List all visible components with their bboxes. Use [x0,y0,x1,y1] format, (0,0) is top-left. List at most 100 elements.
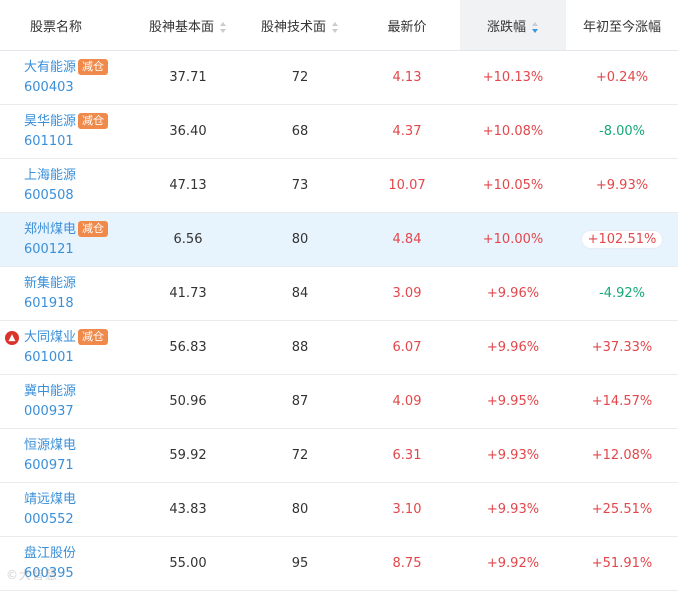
ytd-cell: +0.24% [566,50,678,105]
stock-code-link[interactable]: 600403 [24,78,130,98]
table-row[interactable]: 盘江股份 600395 55.00 95 8.75 +9.92% +51.91% [0,536,678,591]
stock-code-link[interactable]: 600508 [24,186,130,206]
ytd-value: -4.92% [599,286,645,301]
table-row[interactable]: 恒源煤电 600971 59.92 72 6.31 +9.93% +12.08% [0,428,678,483]
header-ytd: 年初至今涨幅 [566,0,678,51]
sort-icon[interactable] [220,21,227,33]
change-cell: +9.93% [460,428,566,483]
ytd-cell: -8.00% [566,104,678,159]
change-value: +10.00% [482,232,544,247]
change-value: +9.96% [486,340,540,355]
stock-code-link[interactable]: 601918 [24,294,130,314]
stock-name-link[interactable]: 新集能源 [24,274,76,294]
price-cell: 8.75 [354,536,460,591]
technical-cell: 84 [246,266,354,321]
table-row[interactable]: 上海能源 600508 47.13 73 10.07 +10.05% +9.93% [0,158,678,213]
table-row[interactable]: 靖远煤电 000552 43.83 80 3.10 +9.93% +25.51% [0,482,678,537]
change-value: +9.93% [486,502,540,517]
price-value: 4.37 [392,124,422,139]
fundamental-value: 6.56 [173,232,203,247]
stock-code-link[interactable]: 000937 [24,402,130,422]
sort-desc-icon[interactable] [532,21,539,33]
table-row[interactable]: ▲ 大同煤业 减仓 601001 56.83 88 6.07 +9.96% +37.33% [0,320,678,375]
stock-code-link[interactable]: 600121 [24,240,130,260]
stock-name-link[interactable]: 恒源煤电 [24,436,76,456]
stock-name-cell: 昊华能源 减仓 601101 [0,104,130,159]
header-ytd-label: 年初至今涨幅 [582,19,661,35]
reduce-position-badge: 减仓 [78,58,109,75]
price-cell: 3.09 [354,266,460,321]
fundamental-value: 41.73 [169,286,207,301]
fundamental-value: 43.83 [169,502,207,517]
table-row[interactable]: 冀中能源 000937 50.96 87 4.09 +9.95% +14.57% [0,374,678,429]
stock-name-link[interactable]: 盘江股份 [24,544,76,564]
table-row[interactable]: 郑州煤电 减仓 600121 6.56 80 4.84 +10.00% +102.51% [0,212,678,267]
change-value: +10.13% [482,70,544,85]
price-value: 4.09 [392,394,422,409]
stock-name-link[interactable]: 昊华能源 [24,112,76,132]
fundamental-cell: 59.92 [130,428,246,483]
stock-name-cell: 上海能源 600508 [0,158,130,213]
stock-code-link[interactable]: 601001 [24,348,130,368]
change-cell: +10.13% [460,50,566,105]
table-row[interactable]: 昊华能源 减仓 601101 36.40 68 4.37 +10.08% -8.00% [0,104,678,159]
price-cell: 4.13 [354,50,460,105]
change-cell: +9.92% [460,536,566,591]
technical-value: 72 [291,448,309,463]
sort-icon[interactable] [332,21,339,33]
fundamental-cell: 47.13 [130,158,246,213]
fundamental-value: 47.13 [169,178,207,193]
ytd-cell: +37.33% [566,320,678,375]
header-fundamental[interactable]: 股神基本面 [130,0,246,51]
ytd-value: +51.91% [591,556,653,571]
ytd-value: +14.57% [591,394,653,409]
header-change-label: 涨跌幅 [486,19,526,35]
change-value: +9.96% [486,286,540,301]
stock-name-link[interactable]: 大同煤业 [24,328,76,348]
change-cell: +10.08% [460,104,566,159]
stock-name-link[interactable]: 冀中能源 [24,382,76,402]
technical-value: 73 [291,178,309,193]
price-cell: 6.31 [354,428,460,483]
table-row[interactable]: 大有能源 减仓 600403 37.71 72 4.13 +10.13% +0.24% [0,50,678,105]
stock-code-link[interactable]: 600971 [24,456,130,476]
stock-table: 股票名称 股神基本面 股神技术面 最新价 涨跌幅 年初至今涨幅 大有能源 减仓 60… [0,0,678,591]
stock-code-link[interactable]: 600395 [24,564,130,584]
technical-value: 72 [291,70,309,85]
fundamental-cell: 37.71 [130,50,246,105]
header-price-label: 最新价 [387,19,427,35]
technical-cell: 73 [246,158,354,213]
header-change[interactable]: 涨跌幅 [460,0,566,51]
technical-cell: 72 [246,50,354,105]
ytd-cell: +25.51% [566,482,678,537]
fundamental-value: 59.92 [169,448,207,463]
price-cell: 4.37 [354,104,460,159]
technical-cell: 87 [246,374,354,429]
stock-name-link[interactable]: 大有能源 [24,58,76,78]
fundamental-cell: 6.56 [130,212,246,267]
ytd-value: +37.33% [591,340,653,355]
ytd-cell: -4.92% [566,266,678,321]
stock-name-cell: 冀中能源 000937 [0,374,130,429]
stock-name-cell: 靖远煤电 000552 [0,482,130,537]
fundamental-value: 36.40 [169,124,207,139]
stock-name-cell: ▲ 大同煤业 减仓 601001 [0,320,130,375]
fundamental-value: 56.83 [169,340,207,355]
change-cell: +9.96% [460,266,566,321]
stock-name-cell: 盘江股份 600395 [0,536,130,591]
stock-name-cell: 恒源煤电 600971 [0,428,130,483]
stock-code-link[interactable]: 601101 [24,132,130,152]
fundamental-value: 50.96 [169,394,207,409]
stock-code-link[interactable]: 000552 [24,510,130,530]
technical-cell: 72 [246,428,354,483]
header-technical[interactable]: 股神技术面 [246,0,354,51]
stock-name-link[interactable]: 郑州煤电 [24,220,76,240]
stock-name-link[interactable]: 上海能源 [24,166,76,186]
price-value: 10.07 [388,178,426,193]
header-price: 最新价 [354,0,460,51]
ytd-cell: +14.57% [566,374,678,429]
stock-name-link[interactable]: 靖远煤电 [24,490,76,510]
change-cell: +9.95% [460,374,566,429]
technical-value: 68 [291,124,309,139]
table-row[interactable]: 新集能源 601918 41.73 84 3.09 +9.96% -4.92% [0,266,678,321]
